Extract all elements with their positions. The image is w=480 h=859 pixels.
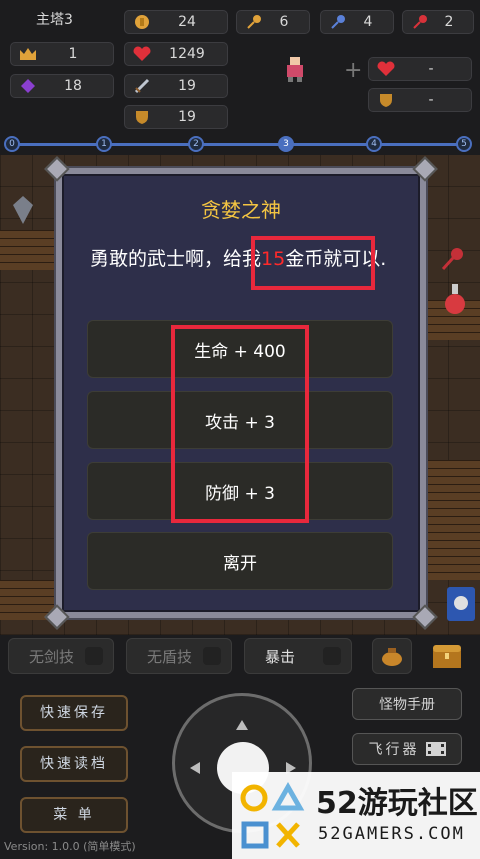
yellow-key-value: 6 [279,14,289,30]
coin-icon [131,11,153,33]
def-gem-slot[interactable]: - [368,88,472,112]
gem-icon [17,75,39,97]
red-key-item-icon [440,246,466,272]
film-icon [425,742,446,756]
gold-value: 24 [178,14,196,30]
bag-icon [382,648,402,666]
shield-skill-slot[interactable]: 无盾技 [126,638,232,674]
flyer-button[interactable]: 飞行器 [352,733,462,765]
skill-indicator [323,647,341,665]
potion-icon [442,282,468,316]
progress-node: 5 [456,136,472,152]
red-key-value: 2 [444,14,454,30]
blue-key-icon [327,11,349,33]
progress-node: 2 [188,136,204,152]
floor-label: 主塔3 [36,12,73,28]
wall-tile [426,460,480,580]
def-slot-value: - [428,92,434,108]
treasure-chest-button[interactable] [430,640,464,672]
sword-skill-slot[interactable]: 无剑技 [8,638,114,674]
progress-node: 1 [96,136,112,152]
defense-value: 19 [178,109,196,125]
watermark-logo [236,780,308,854]
progress-node: 0 [4,136,20,152]
watermark-url: 52GAMERS.COM [318,824,465,844]
flyer-label: 飞行器 [368,742,420,758]
treasure-chest-icon [433,645,461,668]
quick-save-button[interactable]: 快速保存 [20,695,128,731]
highlight-box-gold [251,236,375,290]
leave-button[interactable]: 离开 [87,532,393,590]
heart-icon [131,43,153,65]
bag-button[interactable] [372,638,412,674]
crown-icon [17,43,39,65]
blue-key-stat: 4 [320,10,394,34]
arrow-up-icon [236,720,248,730]
crystal-icon [12,195,34,225]
crit-skill-label: 暴击 [265,647,296,666]
defense-stat: 19 [124,105,228,129]
gold-stat: 24 [124,10,228,34]
sword-skill-label: 无剑技 [29,647,75,666]
red-key-stat: 2 [402,10,474,34]
shield-skill-label: 无盾技 [147,647,193,666]
sword-icon [131,75,153,97]
skill-indicator [85,647,103,665]
yellow-key-icon [243,11,265,33]
level-value: 1 [68,46,78,62]
exp-value: 18 [64,78,82,94]
attack-stat: 19 [124,74,228,98]
heart-icon [375,58,397,80]
plus-icon: + [344,58,363,83]
progress-node: 3 [278,136,294,152]
hp-potion-slot[interactable]: - [368,57,472,81]
skill-indicator [203,647,221,665]
shield-icon [375,89,397,111]
hp-slot-value: - [428,61,434,77]
level-stat: 1 [10,42,114,66]
highlight-box-options [171,325,309,523]
version-label: Version: 1.0.0 (简单模式) [4,840,136,853]
dialog-text-before: 勇敢的武士啊，给我 [90,248,262,270]
wall-tile [0,230,60,270]
shield-icon [131,106,153,128]
dialog-title: 贪婪之神 [201,198,281,222]
hero-sprite [282,55,308,83]
arrow-left-icon [190,762,200,774]
hp-stat: 1249 [124,42,228,66]
monster-book-icon [446,586,476,622]
floor-progress-line [12,143,467,146]
progress-node: 4 [366,136,382,152]
menu-button[interactable]: 菜 单 [20,797,128,833]
exp-stat: 18 [10,74,114,98]
quick-load-button[interactable]: 快速读档 [20,746,128,782]
crit-skill-slot[interactable]: 暴击 [244,638,352,674]
monster-book-label: 怪物手册 [379,697,435,713]
attack-value: 19 [178,78,196,94]
red-key-icon [409,11,431,33]
blue-key-value: 4 [363,14,373,30]
hp-value: 1249 [169,46,205,62]
watermark-title: 52游玩社区 [316,786,478,821]
monster-book-button[interactable]: 怪物手册 [352,688,462,720]
yellow-key-stat: 6 [236,10,310,34]
